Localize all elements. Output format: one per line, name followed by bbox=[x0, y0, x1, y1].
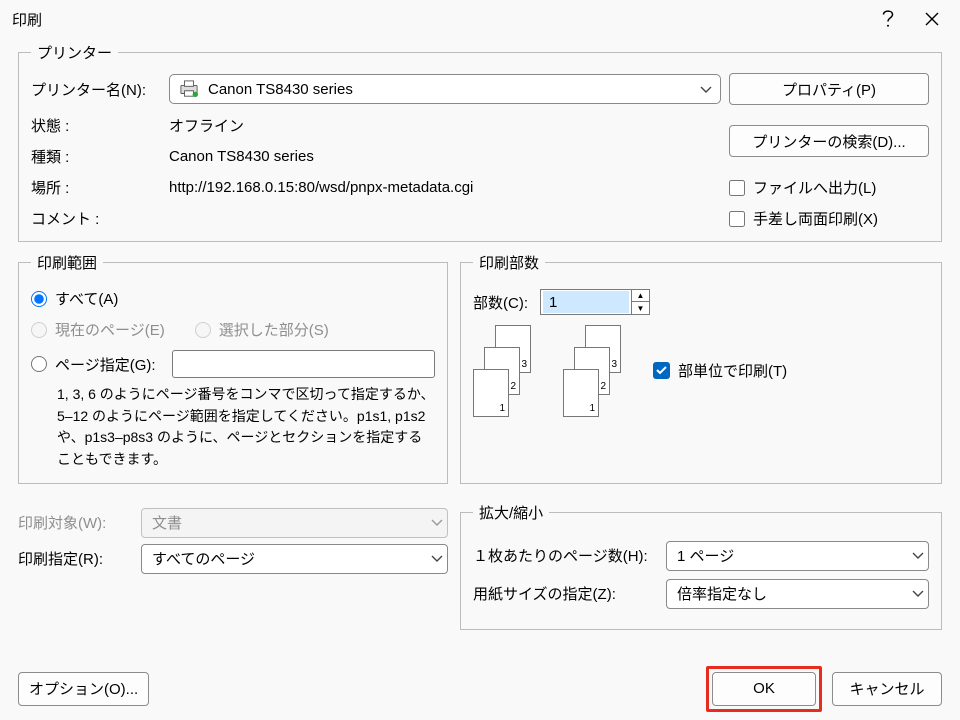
location-value: http://192.168.0.15:80/wsd/pnpx-metadata… bbox=[169, 179, 721, 196]
paper-size-select[interactable]: 倍率指定なし bbox=[666, 579, 929, 609]
printer-name-select[interactable]: Canon TS8430 series bbox=[169, 74, 721, 104]
printer-group: プリンター プリンター名(N): Canon TS8430 series プロパ… bbox=[18, 42, 942, 242]
range-pages-radio[interactable]: ページ指定(G): bbox=[31, 350, 435, 378]
chevron-down-icon bbox=[912, 590, 924, 598]
spinner-up-icon[interactable]: ▲ bbox=[632, 290, 649, 302]
location-label: 場所 : bbox=[31, 177, 161, 198]
collate-figure-2: 3 2 1 bbox=[563, 325, 633, 415]
help-button[interactable] bbox=[866, 4, 910, 34]
copies-label: 部数(C): bbox=[473, 292, 528, 313]
zoom-legend: 拡大/縮小 bbox=[473, 502, 549, 523]
range-legend: 印刷範囲 bbox=[31, 252, 103, 273]
range-all-radio[interactable]: すべて(A) bbox=[31, 288, 435, 309]
properties-button[interactable]: プロパティ(P) bbox=[729, 73, 929, 105]
range-hint: 1, 3, 6 のようにページ番号をコンマで区切って指定するか、5–12 のよう… bbox=[57, 384, 435, 471]
checkbox-checked-icon bbox=[653, 362, 670, 379]
zoom-group: 拡大/縮小 １枚あたりのページ数(H): 1 ページ 用紙サイズの指定(Z): … bbox=[460, 502, 942, 630]
cancel-button[interactable]: キャンセル bbox=[832, 672, 942, 706]
ok-button[interactable]: OK bbox=[712, 672, 816, 706]
pages-per-sheet-select[interactable]: 1 ページ bbox=[666, 541, 929, 571]
copies-value: 1 bbox=[543, 291, 629, 313]
printer-legend: プリンター bbox=[31, 42, 118, 63]
close-button[interactable] bbox=[910, 4, 954, 34]
range-selection-radio: 選択した部分(S) bbox=[195, 319, 329, 340]
copies-group: 印刷部数 部数(C): 1 ▲▼ 3 2 1 3 2 1 部単位で印刷(T) bbox=[460, 252, 942, 484]
paper-size-label: 用紙サイズの指定(Z): bbox=[473, 583, 658, 604]
printer-icon bbox=[178, 80, 200, 98]
print-target-label: 印刷対象(W): bbox=[18, 512, 133, 533]
comment-label: コメント : bbox=[31, 208, 161, 229]
type-label: 種類 : bbox=[31, 146, 161, 167]
manual-duplex-checkbox[interactable]: 手差し両面印刷(X) bbox=[729, 208, 929, 229]
printer-name-label: プリンター名(N): bbox=[31, 79, 161, 100]
print-spec-label: 印刷指定(R): bbox=[18, 548, 133, 569]
find-printer-button[interactable]: プリンターの検索(D)... bbox=[729, 125, 929, 157]
chevron-down-icon bbox=[431, 555, 443, 563]
status-value: オフライン bbox=[169, 115, 721, 136]
collate-checkbox[interactable]: 部単位で印刷(T) bbox=[653, 360, 787, 381]
status-label: 状態 : bbox=[31, 115, 161, 136]
range-group: 印刷範囲 すべて(A) 現在のページ(E) 選択した部分(S) ページ指定(G)… bbox=[18, 252, 448, 484]
range-pages-input[interactable] bbox=[172, 350, 435, 378]
pages-per-sheet-label: １枚あたりのページ数(H): bbox=[473, 545, 658, 566]
print-to-file-checkbox[interactable]: ファイルへ出力(L) bbox=[729, 177, 929, 198]
chevron-down-icon bbox=[696, 81, 716, 98]
range-current-radio: 現在のページ(E) bbox=[31, 319, 165, 340]
spinner-down-icon[interactable]: ▼ bbox=[632, 302, 649, 314]
collate-figure-1: 3 2 1 bbox=[473, 325, 543, 415]
printer-name-value: Canon TS8430 series bbox=[208, 81, 696, 98]
print-spec-select[interactable]: すべてのページ bbox=[141, 544, 448, 574]
copies-legend: 印刷部数 bbox=[473, 252, 545, 273]
options-button[interactable]: オプション(O)... bbox=[18, 672, 149, 706]
print-target-select: 文書 bbox=[141, 508, 448, 538]
copies-spinner[interactable]: 1 ▲▼ bbox=[540, 289, 650, 315]
chevron-down-icon bbox=[912, 552, 924, 560]
chevron-down-icon bbox=[431, 519, 443, 527]
window-title: 印刷 bbox=[12, 9, 866, 30]
type-value: Canon TS8430 series bbox=[169, 148, 721, 165]
